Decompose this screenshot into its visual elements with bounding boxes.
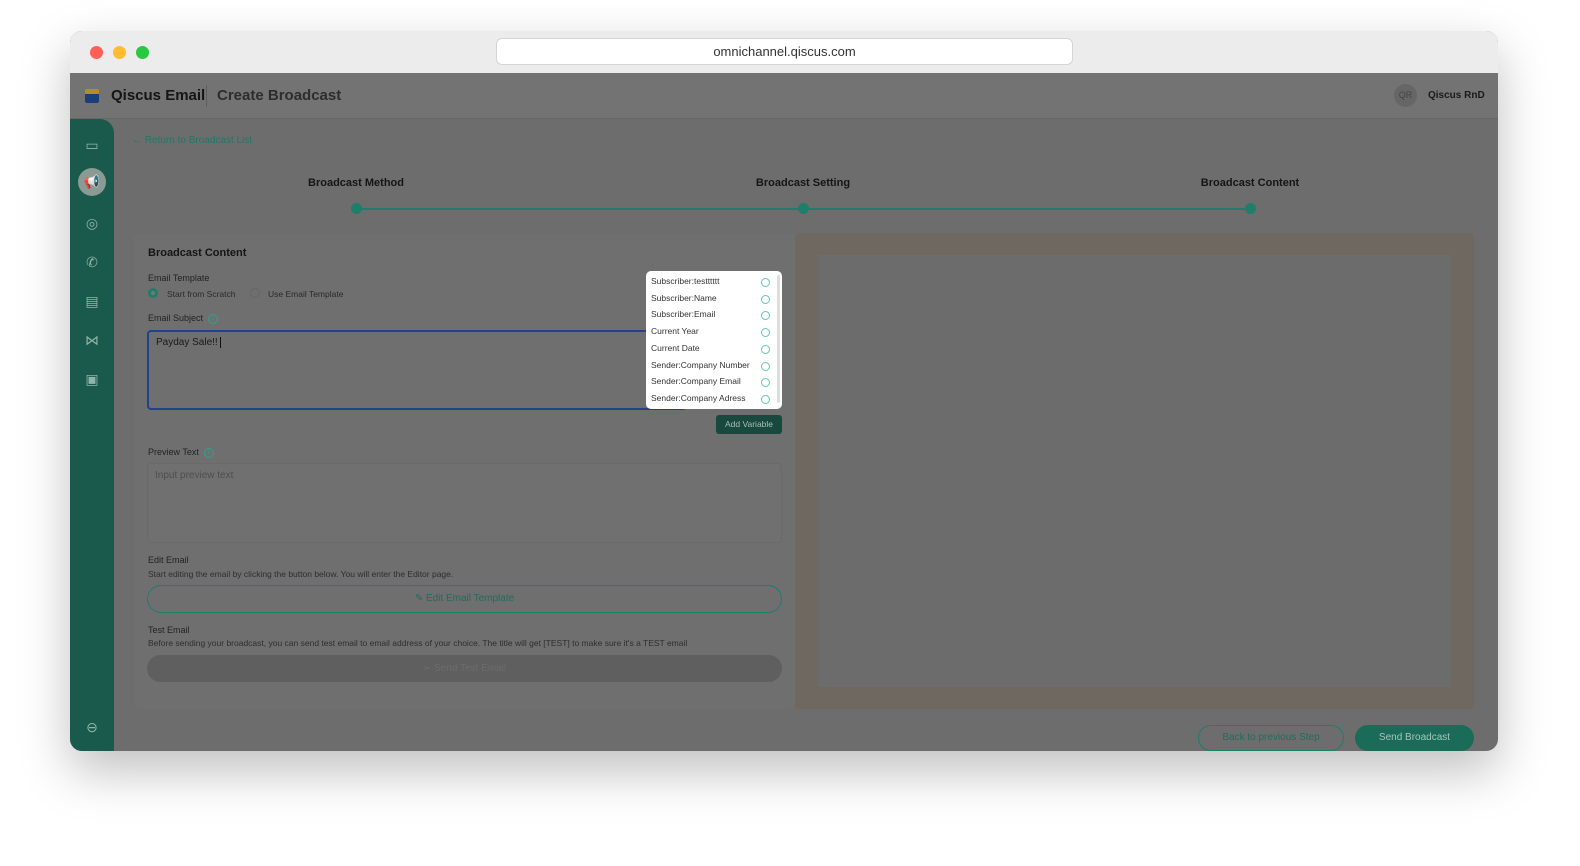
- edit-email-label: Edit Email: [148, 555, 189, 565]
- user-name[interactable]: Qiscus RnD: [1428, 90, 1485, 101]
- variable-option[interactable]: Sender:Company Email: [651, 376, 741, 386]
- variable-option[interactable]: Sender:Company Number: [651, 360, 750, 370]
- step-label: Broadcast Content: [1200, 177, 1300, 189]
- back-link-label: Return to Broadcast List: [144, 135, 253, 146]
- step-dot: [798, 203, 809, 214]
- step-dot: [351, 203, 362, 214]
- avatar[interactable]: QR: [1394, 84, 1417, 107]
- info-icon[interactable]: [761, 361, 770, 371]
- back-to-previous-step-button[interactable]: Back to previous Step: [1198, 725, 1344, 751]
- info-icon[interactable]: [761, 394, 770, 404]
- dashboard-icon[interactable]: ▭: [82, 135, 102, 155]
- app-header: Qiscus Email Create Broadcast QR Qiscus …: [70, 73, 1498, 119]
- report-icon[interactable]: ▤: [82, 291, 102, 311]
- info-icon[interactable]: i: [203, 447, 214, 458]
- info-icon[interactable]: [761, 294, 770, 304]
- browser-window: omnichannel.qiscus.com Qiscus Email Crea…: [70, 31, 1498, 751]
- test-email-desc: Before sending your broadcast, you can s…: [148, 638, 688, 648]
- step-dot: [1245, 203, 1256, 214]
- info-icon[interactable]: [761, 311, 770, 321]
- test-email-label: Test Email: [148, 625, 190, 635]
- broadcast-icon[interactable]: 📢: [78, 168, 106, 196]
- info-icon[interactable]: [761, 344, 770, 354]
- radio-use-template[interactable]: [250, 288, 260, 298]
- send-test-email-button[interactable]: ➢ Send Test Email: [147, 655, 782, 682]
- phone-icon[interactable]: ✆: [82, 252, 102, 272]
- radio-label: Use Email Template: [268, 289, 344, 299]
- step-label: Broadcast Setting: [755, 177, 851, 189]
- info-icon[interactable]: [761, 278, 770, 287]
- variable-option[interactable]: Current Year: [651, 326, 699, 336]
- variable-option[interactable]: Current Date: [651, 343, 700, 353]
- collapse-sidebar-icon[interactable]: ⊖: [82, 717, 102, 737]
- send-icon: ➢: [422, 663, 432, 674]
- variable-option[interactable]: Subscriber:testttttt: [651, 276, 720, 286]
- close-window-button[interactable]: [90, 46, 103, 59]
- radio-label: Start from Scratch: [167, 289, 236, 299]
- page-title: Create Broadcast: [217, 87, 342, 104]
- edit-email-desc: Start editing the email by clicking the …: [148, 569, 454, 579]
- variable-option[interactable]: Sender:Company Adress: [651, 393, 746, 403]
- section-title: Broadcast Content: [148, 247, 247, 259]
- browser-titlebar: omnichannel.qiscus.com: [70, 31, 1498, 73]
- preview-text-input[interactable]: Input preview text: [147, 463, 782, 543]
- minimize-window-button[interactable]: [113, 46, 126, 59]
- send-broadcast-button[interactable]: Send Broadcast: [1355, 725, 1474, 751]
- email-preview-frame: [795, 233, 1474, 709]
- email-preview-canvas: [818, 255, 1451, 687]
- app-name: Qiscus Email: [111, 87, 206, 104]
- integration-icon[interactable]: ⋈: [82, 330, 102, 350]
- scrollbar[interactable]: [777, 275, 780, 403]
- sidebar: ▭ 📢 ◎ ✆ ▤ ⋈ ▣ ⊖: [70, 119, 114, 751]
- variable-option[interactable]: Subscriber:Name: [651, 293, 717, 303]
- edit-icon: ✎: [414, 593, 424, 604]
- step-label: Broadcast Method: [308, 177, 404, 189]
- back-to-list-link[interactable]: ← Return to Broadcast List: [132, 135, 252, 146]
- radio-start-scratch[interactable]: [148, 288, 158, 298]
- email-subject-input[interactable]: Payday Sale!!: [147, 330, 687, 410]
- subject-label: Email Subject: [148, 313, 204, 323]
- add-variable-button[interactable]: Add Variable: [716, 415, 782, 434]
- variable-dropdown: Subscriber:testttttt Subscriber:Name Subsc…: [646, 271, 782, 409]
- template-label: Email Template: [148, 273, 210, 283]
- contact-icon[interactable]: ◎: [82, 213, 102, 233]
- maximize-window-button[interactable]: [136, 46, 149, 59]
- info-icon[interactable]: [761, 328, 770, 338]
- info-icon[interactable]: i: [208, 313, 219, 324]
- id-card-icon[interactable]: ▣: [82, 369, 102, 389]
- edit-email-template-button[interactable]: ✎ Edit Email Template: [147, 585, 782, 613]
- app-logo-icon: [85, 89, 99, 103]
- variable-option[interactable]: Subscriber:Email: [651, 309, 715, 319]
- info-icon[interactable]: [761, 378, 770, 388]
- address-bar[interactable]: omnichannel.qiscus.com: [496, 38, 1073, 65]
- preview-label: Preview Text: [148, 447, 199, 457]
